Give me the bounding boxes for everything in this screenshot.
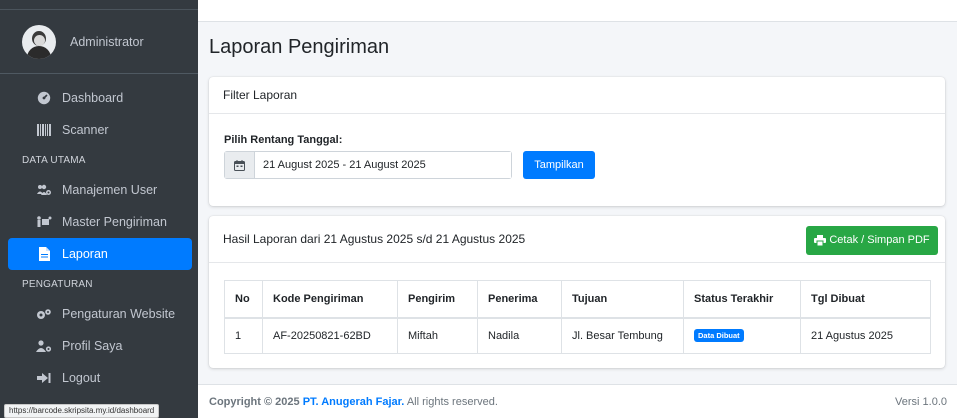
copyright: Copyright © 2025 PT. Anugerah Fajar. All…: [209, 396, 498, 408]
column-header: No: [224, 280, 263, 319]
column-header: Penerima: [477, 280, 562, 319]
column-header: Status Terakhir: [683, 280, 801, 319]
section-header-pengaturan: PENGATURAN: [22, 278, 93, 290]
page-title: Laporan Pengiriman: [209, 36, 390, 58]
date-range-input[interactable]: [255, 152, 511, 178]
copyright-prefix: Copyright © 2025: [209, 395, 303, 408]
column-header: Tujuan: [561, 280, 684, 319]
sidebar-item-scanner[interactable]: Scanner: [8, 114, 192, 146]
sidebar-item-label: Manajemen User: [62, 183, 158, 197]
sidebar-nav: Dashboard Scanner DATA UTAMA Manajemen U…: [0, 74, 198, 394]
result-card-header: Hasil Laporan dari 21 Agustus 2025 s/d 2…: [209, 216, 945, 263]
user-panel[interactable]: Administrator: [0, 10, 198, 74]
sidebar-brand-strip: [0, 0, 198, 10]
filter-card-title: Filter Laporan: [209, 77, 945, 114]
browser-status-url: https://barcode.skripsita.my.id/dashboar…: [4, 404, 160, 418]
people-carry-icon: [36, 215, 52, 229]
cell-tgl: 21 Agustus 2025: [800, 317, 931, 354]
rights-text: All rights reserved.: [404, 395, 498, 408]
show-report-button[interactable]: Tampilkan: [523, 151, 595, 179]
sidebar-item-label: Laporan: [62, 247, 108, 261]
user-cog-icon: [36, 339, 52, 353]
barcode-icon: [36, 123, 52, 137]
table-row: 1 AF-20250821-62BD Miftah Nadila Jl. Bes…: [224, 317, 931, 354]
result-title: Hasil Laporan dari 21 Agustus 2025 s/d 2…: [223, 232, 526, 246]
sidebar-item-laporan[interactable]: Laporan: [8, 238, 192, 270]
version: Versi 1.0.0: [895, 395, 947, 408]
top-navbar: [198, 0, 957, 22]
users-cog-icon: [36, 183, 52, 197]
cogs-icon: [36, 307, 52, 321]
sidebar-item-manajemen-user[interactable]: Manajemen User: [8, 174, 192, 206]
date-range-group: [224, 151, 512, 179]
sidebar-item-label: Profil Saya: [62, 339, 123, 353]
cell-status: Data Dibuat: [683, 317, 801, 354]
date-range-label: Pilih Rentang Tanggal:: [224, 134, 343, 146]
status-badge: Data Dibuat: [694, 329, 744, 343]
tachometer-icon: [36, 91, 52, 105]
user-name: Administrator: [70, 34, 144, 49]
sidebar-item-label: Pengaturan Website: [62, 307, 176, 321]
calendar-icon: [225, 152, 255, 178]
sidebar-item-label: Logout: [62, 371, 101, 385]
print-pdf-button[interactable]: Cetak / Simpan PDF: [806, 225, 938, 255]
sidebar-item-logout[interactable]: Logout: [8, 362, 192, 394]
filter-card: Filter Laporan Pilih Rentang Tanggal: Ta…: [209, 77, 945, 206]
sidebar-item-label: Scanner: [62, 123, 109, 137]
cell-pengirim: Miftah: [397, 317, 478, 354]
column-header: Tgl Dibuat: [800, 280, 931, 319]
column-header: Pengirim: [397, 280, 478, 319]
sign-out-icon: [36, 371, 52, 385]
avatar: [22, 24, 56, 59]
file-icon: [36, 247, 52, 261]
report-table: No Kode Pengiriman Pengirim Penerima Tuj…: [224, 280, 931, 354]
sidebar-item-pengaturan-website[interactable]: Pengaturan Website: [8, 298, 192, 330]
sidebar-item-dashboard[interactable]: Dashboard: [8, 82, 192, 114]
print-pdf-label: Cetak / Simpan PDF: [829, 234, 930, 246]
cell-kode: AF-20250821-62BD: [262, 317, 398, 354]
sidebar-item-profil-saya[interactable]: Profil Saya: [8, 330, 192, 362]
sidebar: Administrator Dashboard Scanner DATA UTA…: [0, 0, 198, 418]
sidebar-item-label: Master Pengiriman: [62, 215, 167, 229]
company-link[interactable]: PT. Anugerah Fajar.: [303, 396, 405, 408]
section-header-data-utama: DATA UTAMA: [22, 154, 86, 166]
footer: Copyright © 2025 PT. Anugerah Fajar. All…: [198, 384, 957, 418]
cell-penerima: Nadila: [477, 317, 562, 354]
cell-no: 1: [224, 317, 263, 354]
table-header-row: No Kode Pengiriman Pengirim Penerima Tuj…: [224, 280, 931, 319]
cell-tujuan: Jl. Besar Tembung: [561, 317, 684, 354]
sidebar-item-label: Dashboard: [62, 91, 124, 105]
print-icon: [814, 234, 827, 246]
result-card: Hasil Laporan dari 21 Agustus 2025 s/d 2…: [209, 216, 945, 368]
column-header: Kode Pengiriman: [262, 280, 398, 319]
sidebar-item-master-pengiriman[interactable]: Master Pengiriman: [8, 206, 192, 238]
